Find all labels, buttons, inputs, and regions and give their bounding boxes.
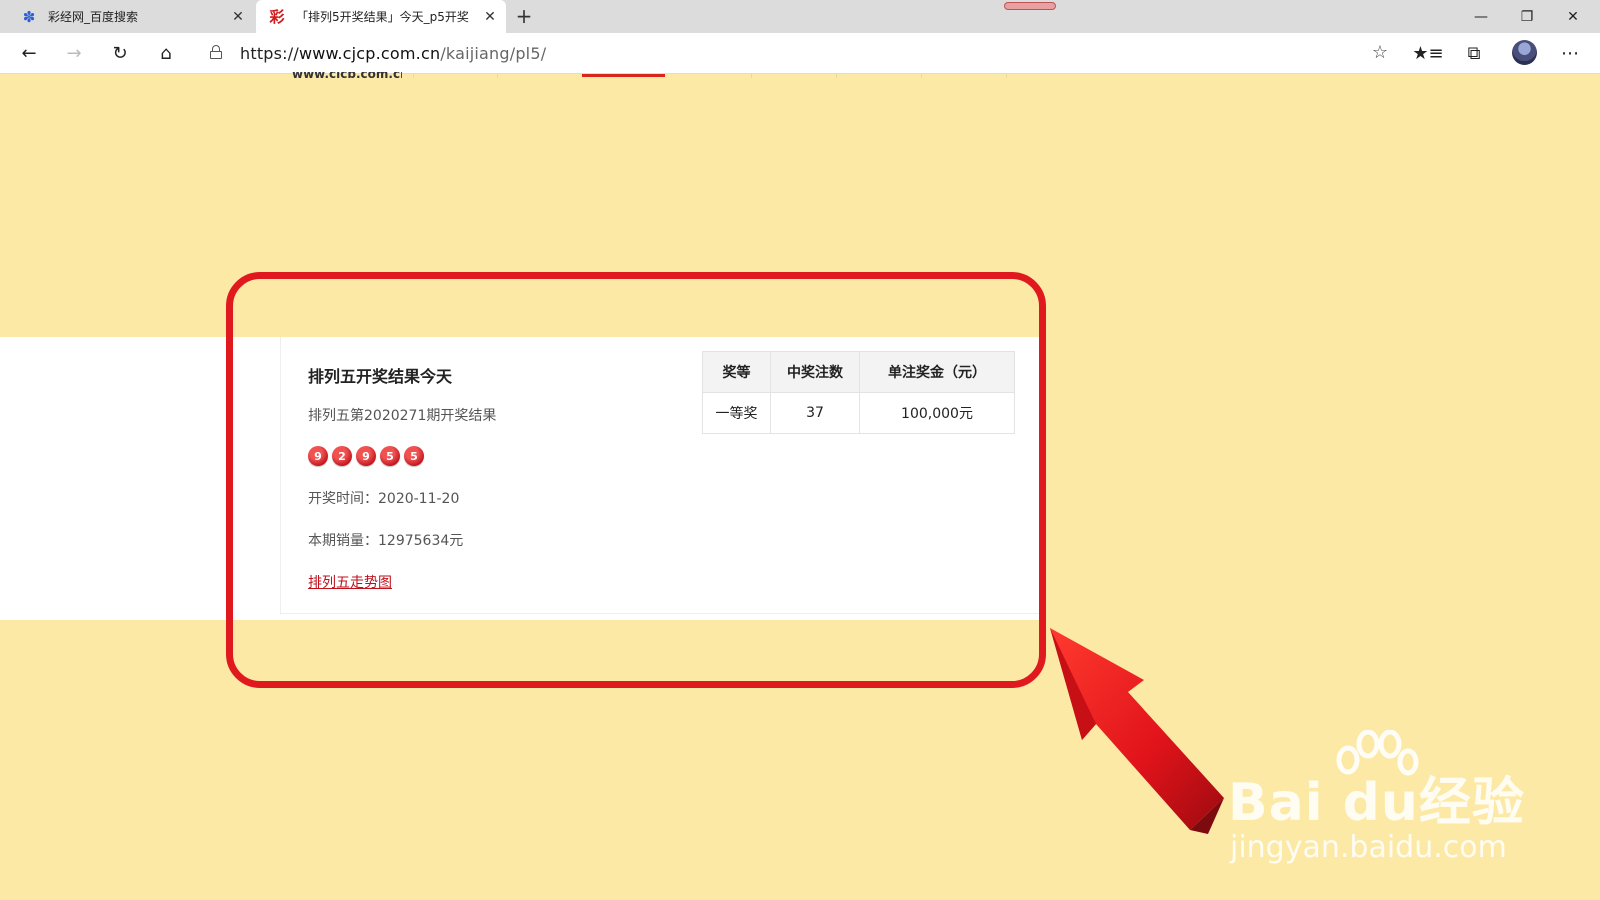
forward-icon[interactable]: → xyxy=(58,38,90,68)
nav-separator xyxy=(921,74,922,78)
nav-separator xyxy=(751,74,752,78)
url-text[interactable]: https://www.cjcp.com.cn/kaijiang/pl5/ xyxy=(240,44,546,63)
watermark-brand: Bai du经验 xyxy=(1228,773,1525,833)
nav-separator xyxy=(497,74,498,78)
close-tab-icon[interactable]: ✕ xyxy=(228,7,248,27)
url-path: /kaijiang/pl5/ xyxy=(440,44,547,63)
tab-title: 「排列5开奖结果」今天_p5开奖 xyxy=(296,10,469,24)
site-nav-active-indicator xyxy=(582,74,665,77)
address-bar[interactable]: https://www.cjcp.com.cn/kaijiang/pl5/ ☆ xyxy=(196,37,1398,69)
nav-separator xyxy=(413,74,414,78)
refresh-icon[interactable]: ↻ xyxy=(104,38,136,68)
close-tab-icon[interactable]: ✕ xyxy=(480,7,500,27)
tab-baidu-search[interactable]: ✽ 彩经网_百度搜索 ✕ xyxy=(8,0,254,33)
favorites-icon[interactable]: ★≡ xyxy=(1412,38,1444,68)
site-logo[interactable]: www.cjcp.com.cn xyxy=(292,72,402,78)
new-tab-button[interactable]: + xyxy=(512,4,536,28)
home-icon[interactable]: ⌂ xyxy=(150,38,182,68)
baidu-jingyan-watermark: Bai du经验 jingyan.baidu.com xyxy=(1228,730,1528,870)
profile-avatar[interactable] xyxy=(1512,40,1537,65)
star-icon[interactable]: ☆ xyxy=(1372,42,1388,63)
cai-logo-icon: 彩 xyxy=(269,8,285,26)
close-window-button[interactable]: ✕ xyxy=(1550,0,1596,33)
annotation-arrow-icon xyxy=(1050,628,1224,834)
baidu-paw-icon: ✽ xyxy=(22,7,36,26)
tab-strip: ✽ 彩经网_百度搜索 ✕ 彩 「排列5开奖结果」今天_p5开奖 ✕ + — ❐ … xyxy=(0,0,1600,33)
collections-icon[interactable]: ⧉ xyxy=(1458,38,1490,68)
url-host: www.cjcp.com.cn xyxy=(298,44,441,63)
watermark-url: jingyan.baidu.com xyxy=(1230,830,1507,865)
nav-separator xyxy=(836,74,837,78)
back-icon[interactable]: ← xyxy=(13,38,45,68)
lock-icon[interactable] xyxy=(210,45,222,59)
tab-title: 彩经网_百度搜索 xyxy=(48,10,139,24)
more-icon[interactable]: ⋯ xyxy=(1554,38,1586,68)
annotation-highlight-box xyxy=(226,272,1046,688)
tab-pl5-results[interactable]: 彩 「排列5开奖结果」今天_p5开奖 ✕ xyxy=(256,0,506,33)
restore-button[interactable]: ❐ xyxy=(1504,0,1550,33)
minimize-button[interactable]: — xyxy=(1458,0,1504,33)
nav-separator xyxy=(1006,74,1007,78)
navigation-bar: ← → ↻ ⌂ https://www.cjcp.com.cn/kaijiang… xyxy=(0,33,1600,74)
window-drag-indicator xyxy=(1004,2,1056,10)
url-scheme: https:// xyxy=(240,44,299,63)
